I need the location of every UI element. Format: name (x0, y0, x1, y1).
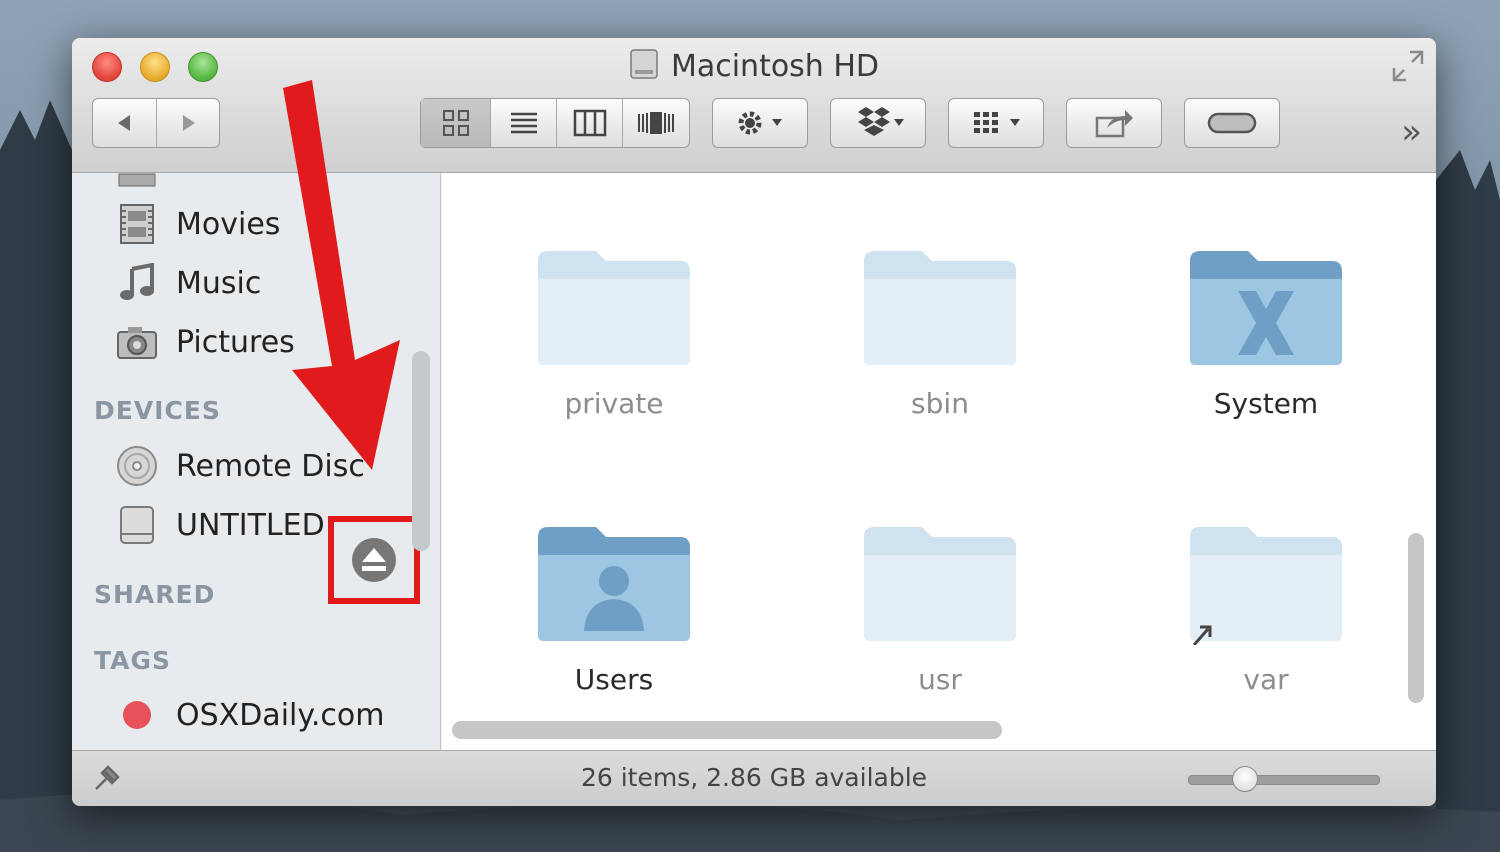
folder-name: private (564, 387, 664, 420)
sidebar-item-label: Remote Disc (176, 448, 365, 484)
alias-folder-icon (1190, 527, 1342, 646)
forward-button[interactable] (157, 99, 219, 147)
shared-heading: SHARED (94, 580, 216, 609)
folder-icon (864, 251, 1016, 365)
red-tag-dot-icon (116, 694, 158, 736)
icon-view-button[interactable] (421, 99, 491, 147)
back-arrow-icon (117, 115, 130, 131)
icon-view-icon (442, 110, 469, 136)
file-browser: private sbin System Users usr var (442, 173, 1436, 750)
eject-highlight-box (328, 516, 420, 604)
sidebar-item-pictures[interactable]: Pictures (116, 319, 295, 365)
cover-flow-button[interactable] (623, 99, 689, 147)
view-mode-control (420, 98, 690, 148)
sidebar-scrollbar[interactable] (412, 351, 430, 551)
toolbar-overflow-button[interactable]: » (1401, 112, 1422, 152)
cover-flow-icon (638, 112, 674, 134)
arrange-grid-icon (974, 112, 1020, 133)
remote-disc-icon (116, 445, 158, 487)
folder-item[interactable]: Users (514, 523, 714, 696)
sidebar-item-untitled[interactable]: UNTITLED (116, 502, 325, 548)
sidebar: Movies Music Pictures DEVICES Remote Dis… (72, 173, 441, 750)
library-icon (118, 173, 156, 187)
tag-pill-icon (1207, 112, 1257, 134)
folder-name: var (1243, 663, 1289, 696)
share-button[interactable] (1066, 98, 1162, 148)
hard-drive-icon (630, 49, 658, 79)
dropbox-icon (858, 107, 904, 136)
edit-tags-button[interactable] (1184, 98, 1280, 148)
fullscreen-icon[interactable] (1390, 48, 1426, 84)
folder-name: System (1213, 387, 1319, 420)
toolbar: Macintosh HD » (72, 38, 1436, 173)
movies-icon (116, 203, 158, 245)
window-title-text: Macintosh HD (670, 49, 880, 84)
sidebar-item-tag-osxdaily[interactable]: OSXDaily.com (116, 692, 384, 738)
sidebar-item-music[interactable]: Music (116, 260, 261, 306)
share-icon (1095, 110, 1133, 138)
vertical-scrollbar[interactable] (1408, 533, 1424, 703)
list-view-button[interactable] (491, 99, 557, 147)
list-view-icon (510, 112, 537, 134)
finder-window: Macintosh HD » Movies Music Pictures DEV… (72, 38, 1436, 806)
music-icon (116, 262, 158, 304)
folder-item[interactable]: var (1166, 523, 1366, 696)
sidebar-item-library-partial[interactable] (116, 173, 176, 195)
sidebar-item-label: OSXDaily.com (176, 697, 385, 733)
status-bar: 26 items, 2.86 GB available (72, 750, 1436, 806)
folder-item[interactable]: sbin (840, 247, 1040, 420)
arrange-menu-button[interactable] (948, 98, 1044, 148)
horizontal-scrollbar[interactable] (452, 721, 1002, 739)
folder-icon (538, 251, 690, 365)
folder-item[interactable]: System (1166, 247, 1366, 420)
sidebar-item-label: Music (176, 265, 262, 301)
sidebar-item-label: Pictures (176, 324, 295, 360)
folder-item[interactable]: private (514, 247, 714, 420)
window-title: Macintosh HD (72, 48, 1436, 84)
folder-item[interactable]: usr (840, 523, 1040, 696)
pictures-icon (116, 321, 158, 363)
forward-arrow-icon (183, 115, 195, 131)
icon-size-slider[interactable] (1188, 766, 1380, 792)
gear-icon (738, 111, 782, 135)
folder-name: sbin (911, 387, 969, 420)
back-button[interactable] (93, 99, 157, 147)
system-folder-icon (1190, 251, 1342, 365)
users-folder-icon (538, 527, 690, 641)
column-view-icon (573, 109, 606, 137)
back-forward-control (92, 98, 220, 148)
sidebar-item-label: UNTITLED (176, 507, 325, 543)
icon-size-slider-thumb[interactable] (1231, 766, 1258, 792)
tags-heading: TAGS (94, 646, 171, 675)
folder-name: usr (918, 663, 962, 696)
eject-icon[interactable] (350, 536, 398, 584)
dropbox-menu-button[interactable] (830, 98, 926, 148)
action-menu-button[interactable] (712, 98, 808, 148)
drive-icon (116, 504, 158, 546)
sidebar-item-movies[interactable]: Movies (116, 201, 280, 247)
sidebar-item-label: Movies (176, 206, 281, 242)
column-view-button[interactable] (557, 99, 623, 147)
folder-icon (864, 527, 1016, 641)
sidebar-item-remote-disc[interactable]: Remote Disc (116, 443, 365, 489)
folder-name: Users (574, 663, 654, 696)
devices-heading: DEVICES (94, 396, 221, 425)
